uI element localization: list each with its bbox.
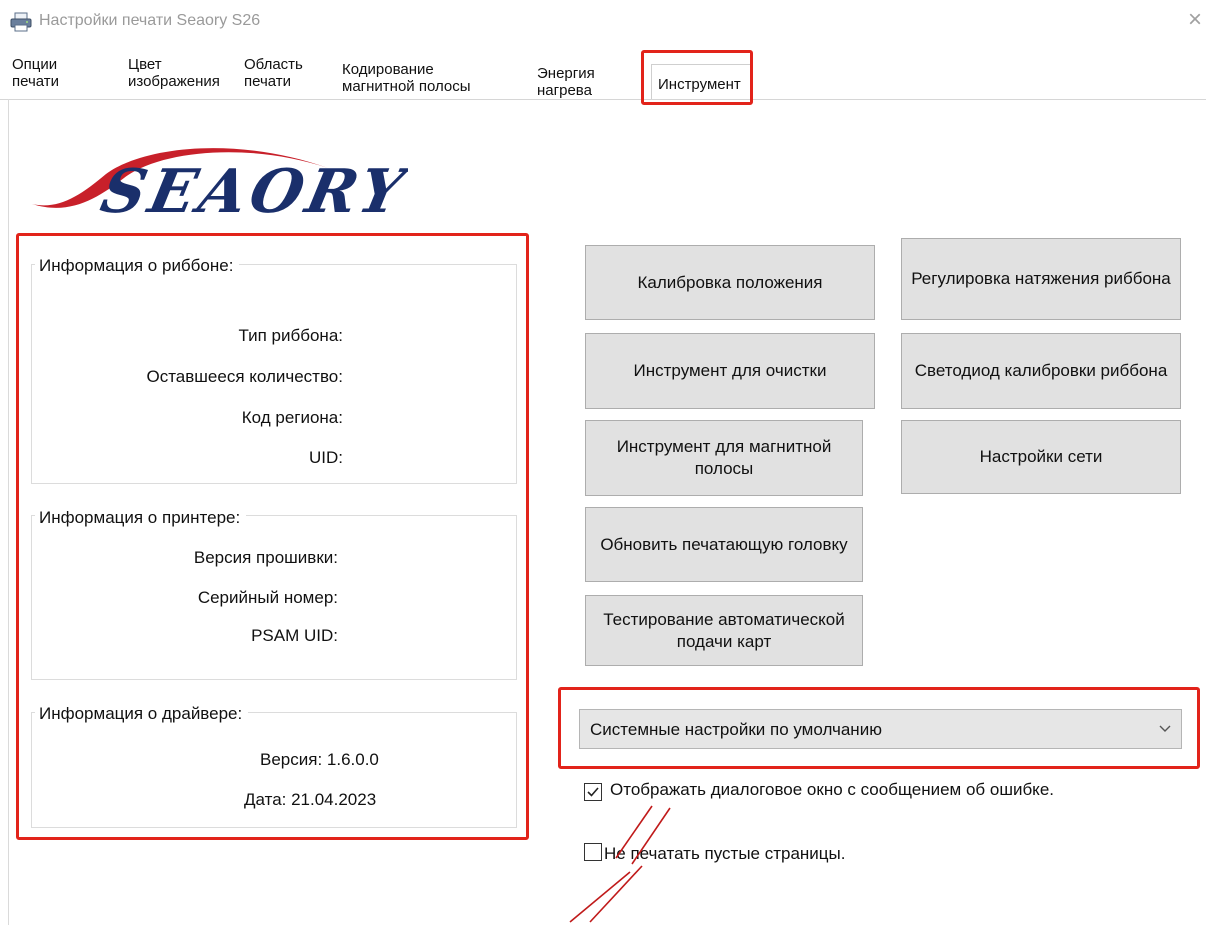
close-icon[interactable]: ×: [1188, 8, 1202, 32]
ribbon-info-title: Информация о риббоне:: [35, 256, 240, 276]
update-printhead-label: Обновить печатающую головку: [600, 534, 848, 554]
ribbon-type-label: Тип риббона:: [238, 326, 343, 345]
mag-stripe-tool-button[interactable]: Инструмент для магнитной полосы: [585, 420, 863, 496]
seaory-logo: SEAORY: [32, 148, 408, 218]
cleaning-tool-button[interactable]: Инструмент для очистки: [585, 333, 875, 409]
psam-uid-label: PSAM UID:: [251, 626, 338, 645]
auto-feed-test-label: Тестирование автоматической подачи карт: [603, 609, 845, 651]
tab-image-color[interactable]: Цвет изображения: [128, 56, 232, 90]
annotation-strokes: [569, 805, 671, 923]
calibrate-position-button[interactable]: Калибровка положения: [585, 245, 875, 320]
panel-left-border: [8, 99, 9, 925]
network-settings-label: Настройки сети: [979, 447, 1103, 466]
uid-label: UID:: [309, 448, 343, 467]
firmware-version-label: Версия прошивки:: [193, 548, 338, 567]
svg-text:SEAORY: SEAORY: [95, 157, 408, 218]
printer-icon: [10, 12, 32, 32]
auto-feed-test-button[interactable]: Тестирование автоматической подачи карт: [585, 595, 863, 666]
printer-info-title: Информация о принтере:: [35, 508, 247, 528]
ribbon-remaining-label: Оставшееся количество:: [146, 367, 343, 386]
chevron-down-icon[interactable]: [1159, 722, 1171, 734]
driver-version: Версия: 1.6.0.0: [260, 750, 379, 769]
ribbon-led-calibration-label: Светодиод калибровки риббона: [914, 361, 1168, 380]
show-error-dialog-label: Отображать диалоговое окно с сообщением …: [610, 780, 1054, 799]
region-code-label: Код региона:: [241, 408, 343, 427]
calibrate-position-label: Калибровка положения: [637, 272, 823, 292]
window-title: Настройки печати Seaory S26: [39, 12, 261, 29]
tab-print-options[interactable]: Опции печати: [12, 56, 92, 90]
tab-mag-stripe-encoding[interactable]: Кодирование магнитной полосы: [342, 61, 492, 95]
update-printhead-button[interactable]: Обновить печатающую головку: [585, 507, 863, 582]
cleaning-tool-label: Инструмент для очистки: [633, 361, 827, 380]
settings-profile-select[interactable]: Системные настройки по умолчанию: [579, 709, 1182, 749]
driver-info-group: [31, 712, 517, 828]
tab-heat-energy[interactable]: Энергия нагрева: [537, 65, 617, 99]
title-bar: Настройки печати Seaory S26 ×: [0, 0, 1206, 44]
serial-number-label: Серийный номер:: [197, 588, 338, 607]
ribbon-tension-button[interactable]: Регулировка натяжения риббона: [901, 238, 1181, 320]
settings-profile-value: Системные настройки по умолчанию: [590, 720, 882, 739]
driver-info-title: Информация о драйвере:: [35, 704, 249, 724]
driver-date: Дата: 21.04.2023: [244, 790, 377, 809]
tab-divider: [0, 99, 1206, 100]
tab-print-area[interactable]: Область печати: [244, 56, 324, 90]
ribbon-tension-label: Регулировка натяжения риббона: [911, 269, 1171, 288]
ribbon-led-calibration-button[interactable]: Светодиод калибровки риббона: [901, 333, 1181, 409]
tab-tool[interactable]: Инструмент: [651, 64, 751, 100]
mag-stripe-tool-label: Инструмент для магнитной полосы: [616, 437, 832, 478]
check-icon: [587, 787, 599, 797]
network-settings-button[interactable]: Настройки сети: [901, 420, 1181, 494]
show-error-dialog-checkbox[interactable]: [584, 783, 602, 801]
